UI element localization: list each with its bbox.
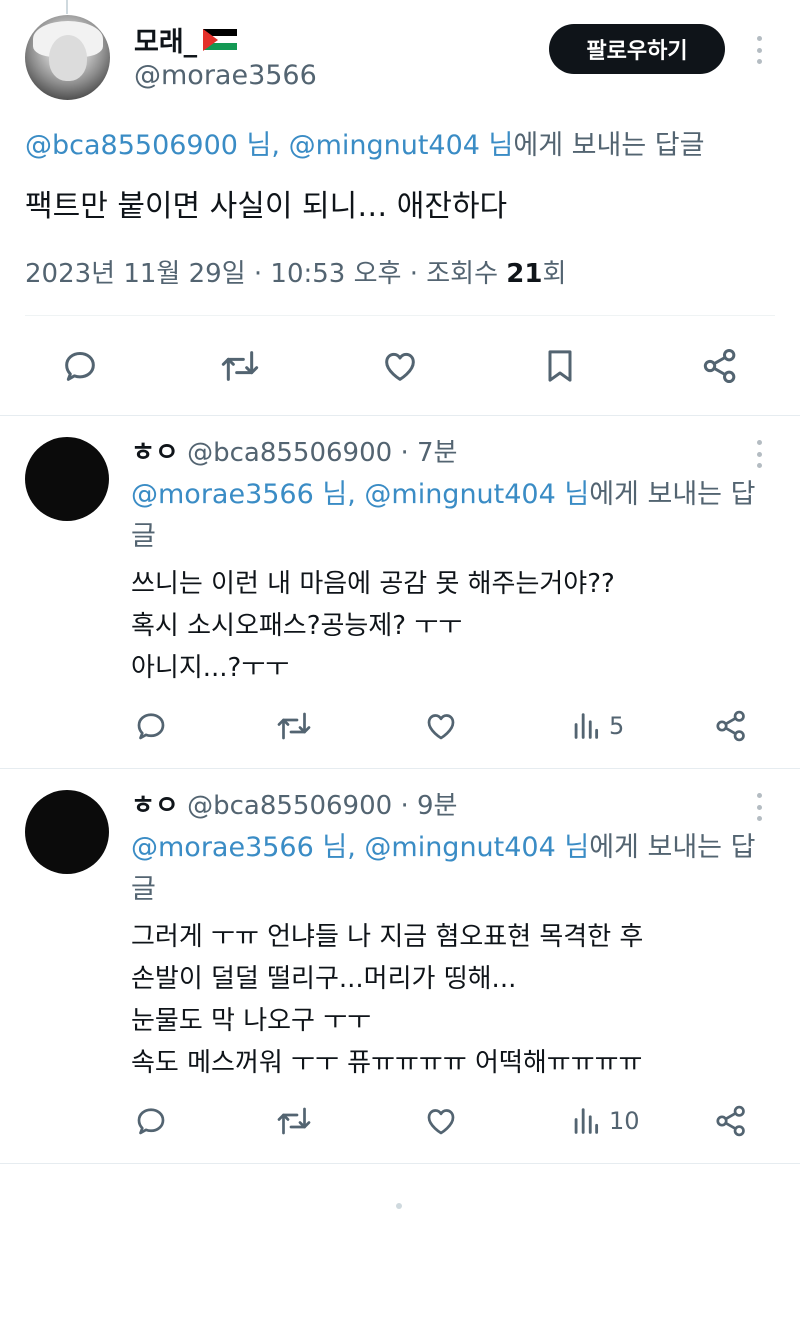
mention-link[interactable]: @morae3566 님 — [131, 479, 347, 510]
bookmark-icon[interactable] — [538, 344, 582, 388]
display-name[interactable]: 모래_ — [134, 20, 197, 59]
thread-line — [66, 0, 68, 14]
follow-button[interactable]: 팔로우하기 — [549, 24, 725, 74]
more-options-icon[interactable] — [755, 440, 763, 468]
analytics-icon — [574, 713, 599, 739]
reply-to-line: @morae3566 님, @mingnut404 님에게 보내는 답글 — [131, 827, 761, 911]
reply-header: ㅎㅇ @bca85506900 · 9분 — [131, 785, 457, 822]
view-count: 21 — [506, 259, 543, 289]
mention-link[interactable]: @mingnut404 님 — [289, 130, 514, 161]
palestine-flag-icon — [203, 28, 238, 51]
timestamp[interactable]: · 9분 — [392, 791, 457, 821]
reply-to-line: @bca85506900 님, @mingnut404 님에게 보내는 답글 — [25, 123, 704, 162]
share-icon[interactable] — [712, 1101, 750, 1141]
mention-link[interactable]: @morae3566 님 — [131, 832, 347, 863]
user-handle[interactable]: @bca85506900 — [187, 791, 392, 821]
tweet-text: 팩트만 붙이면 사실이 되니… 애잔하다 — [25, 189, 508, 224]
reply-text-line: 속도 메스꺼워 ㅜㅜ 퓨ㅠㅠㅠㅠ 어떡해ㅠㅠㅠㅠ — [131, 1048, 643, 1078]
avatar[interactable] — [25, 437, 109, 521]
reply-icon[interactable] — [58, 344, 102, 388]
reply-text-line: 그러게 ㅜㅠ 언냐들 나 지금 혐오표현 목격한 후 — [131, 922, 644, 952]
reply-text: 쓰니는 이런 내 마음에 공감 못 해주는거야?? 혹시 소시오패스?공능제? … — [131, 563, 771, 689]
retweet-icon[interactable] — [218, 344, 262, 388]
like-icon[interactable] — [421, 1101, 461, 1141]
display-name[interactable]: ㅎㅇ — [131, 438, 179, 468]
reply-icon[interactable] — [131, 706, 171, 746]
display-name-row[interactable]: 모래_ — [134, 20, 238, 59]
view-count: 10 — [609, 1107, 640, 1135]
avatar[interactable] — [25, 15, 110, 100]
timestamp[interactable]: · 7분 — [392, 438, 457, 468]
like-icon[interactable] — [378, 344, 422, 388]
avatar[interactable] — [25, 790, 109, 874]
share-icon[interactable] — [712, 706, 750, 746]
mention-link[interactable]: @mingnut404 님 — [364, 479, 589, 510]
avatar-face — [49, 35, 87, 81]
view-suffix: 회 — [542, 259, 567, 289]
views-button[interactable]: 10 — [569, 1101, 640, 1141]
reply-header: ㅎㅇ @bca85506900 · 7분 — [131, 432, 457, 469]
view-count: 5 — [609, 712, 625, 740]
reply-text-line: 아니지...?ㅜㅜ — [131, 653, 290, 683]
mention-separator: , — [347, 479, 365, 510]
reply-text: 그러게 ㅜㅠ 언냐들 나 지금 혐오표현 목격한 후 손발이 덜덜 떨리구...… — [131, 916, 771, 1084]
mention-link[interactable]: @mingnut404 님 — [364, 832, 589, 863]
retweet-icon[interactable] — [273, 1101, 315, 1141]
reply-tweet[interactable]: ㅎㅇ @bca85506900 · 7분 @morae3566 님, @ming… — [0, 416, 800, 768]
timestamp[interactable]: 2023년 11월 29일 · 10:53 오후 · 조회수 — [25, 259, 506, 289]
main-tweet: 모래_ @morae3566 팔로우하기 @bca85506900 님, @mi… — [0, 0, 800, 415]
retweet-icon[interactable] — [273, 706, 315, 746]
tweet-meta: 2023년 11월 29일 · 10:53 오후 · 조회수 21회 — [25, 253, 566, 290]
reply-text-line: 쓰니는 이런 내 마음에 공감 못 해주는거야?? — [131, 569, 615, 599]
reply-text-line: 눈물도 막 나오구 ㅜㅜ — [131, 1006, 372, 1036]
mention-separator: , — [271, 130, 289, 161]
loading-indicator — [396, 1203, 402, 1209]
more-options-icon[interactable] — [755, 793, 763, 821]
analytics-icon — [574, 1108, 599, 1134]
share-icon[interactable] — [698, 344, 742, 388]
user-handle[interactable]: @morae3566 — [134, 60, 317, 91]
divider — [25, 315, 775, 316]
mention-link[interactable]: @bca85506900 님 — [25, 130, 271, 161]
reply-tweet[interactable]: ㅎㅇ @bca85506900 · 9분 @morae3566 님, @ming… — [0, 769, 800, 1163]
user-handle[interactable]: @bca85506900 — [187, 438, 392, 468]
views-button[interactable]: 5 — [569, 706, 624, 746]
divider — [0, 1163, 800, 1164]
reply-to-line: @morae3566 님, @mingnut404 님에게 보내는 답글 — [131, 474, 761, 558]
like-icon[interactable] — [421, 706, 461, 746]
reply-text-line: 혹시 소시오패스?공능제? ㅜㅜ — [131, 611, 463, 641]
reply-icon[interactable] — [131, 1101, 171, 1141]
more-options-icon[interactable] — [755, 36, 763, 64]
display-name[interactable]: ㅎㅇ — [131, 791, 179, 821]
reply-text-line: 손발이 덜덜 떨리구...머리가 띵해... — [131, 964, 517, 994]
mention-separator: , — [347, 832, 365, 863]
reply-to-suffix: 에게 보내는 답글 — [513, 130, 705, 161]
